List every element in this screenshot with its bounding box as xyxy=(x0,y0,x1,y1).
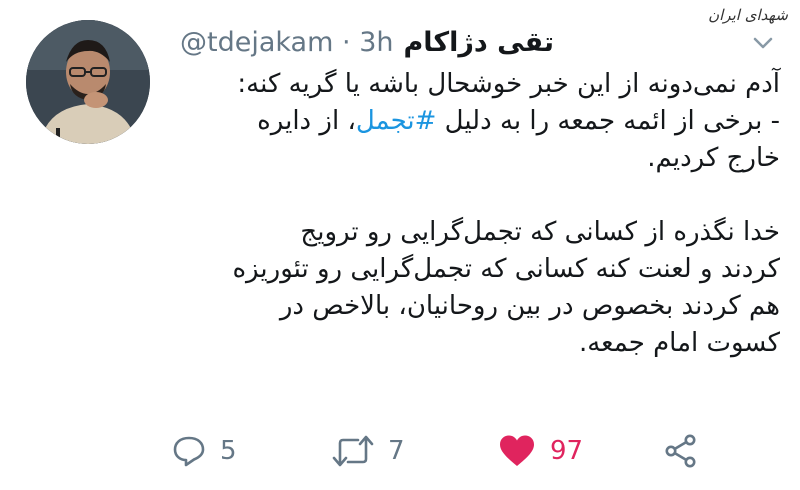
tweet-line: هم کردند بخصوص در بین روحانیان، بالاخص د… xyxy=(279,291,780,321)
hashtag-link[interactable]: #تجمل xyxy=(356,106,437,136)
retweet-button[interactable]: 7 xyxy=(332,434,405,468)
avatar[interactable] xyxy=(26,20,150,144)
author-handle[interactable]: @tdejakam xyxy=(180,27,333,58)
watermark: شهدای ایران xyxy=(708,6,788,24)
tweet-text-segment: - برخی از ائمه جمعه را به دلیل xyxy=(436,106,780,136)
action-bar: 5 7 97 xyxy=(0,428,800,478)
tweet-line: خارج کردیم. xyxy=(647,143,780,173)
separator: · xyxy=(342,26,351,58)
share-icon xyxy=(665,434,696,468)
chevron-down-icon[interactable] xyxy=(752,32,774,54)
reply-icon xyxy=(173,436,205,467)
tweet-line: خدا نگذره از کسانی که تجمل‌گرایی رو تروی… xyxy=(300,217,780,247)
like-count: 97 xyxy=(550,436,584,466)
tweet-time[interactable]: 3h xyxy=(359,27,393,58)
heart-icon xyxy=(500,435,534,466)
tweet-text-segment: ، از دایره xyxy=(257,106,356,136)
like-button[interactable]: 97 xyxy=(498,434,583,468)
tweet-line: کردند و لعنت کنه کسانی که تجمل‌گرایی رو … xyxy=(232,254,780,284)
tweet-line: آدم نمی‌دونه از این خبر خوشحال باشه یا گ… xyxy=(237,69,780,99)
retweet-icon xyxy=(332,435,374,467)
tweet-text: آدم نمی‌دونه از این خبر خوشحال باشه یا گ… xyxy=(180,66,780,362)
author-name[interactable]: تقی دژاکام xyxy=(403,27,554,58)
share-button[interactable] xyxy=(664,434,698,468)
tweet-line: - برخی از ائمه جمعه را به دلیل #تجمل، از… xyxy=(180,103,780,140)
reply-button[interactable]: 5 xyxy=(172,434,237,468)
avatar-photo xyxy=(26,20,150,144)
reply-count: 5 xyxy=(220,436,237,466)
tweet-line: کسوت امام جمعه. xyxy=(578,328,780,358)
author-time[interactable]: @tdejakam · 3h xyxy=(180,27,393,58)
retweet-count: 7 xyxy=(388,436,405,466)
tweet-header: @tdejakam · 3h تقی دژاکام xyxy=(180,22,750,62)
